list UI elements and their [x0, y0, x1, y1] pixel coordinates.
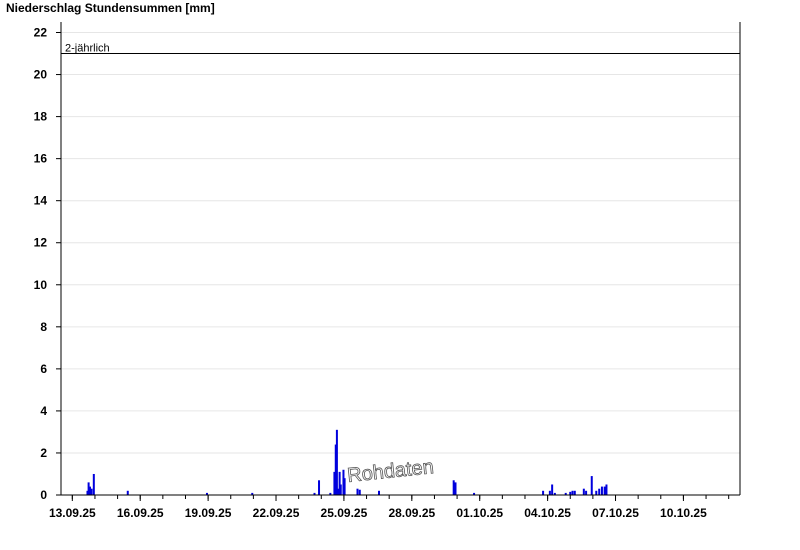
x-tick-label-7: 04.10.25	[524, 506, 571, 520]
threshold-label: 2-jährlich	[65, 43, 110, 55]
bar-36	[595, 490, 598, 495]
bar-20	[358, 489, 361, 495]
bar-40	[605, 484, 608, 495]
bar-39	[603, 486, 606, 495]
bars	[86, 429, 608, 495]
watermark-text: Rohdaten	[346, 456, 435, 487]
y-tick-label-4: 8	[40, 320, 47, 334]
bar-16	[339, 484, 342, 495]
x-ticks: 13.09.25 16.09.25 19.09.25 22.09.25 25.09.25…	[49, 495, 730, 520]
x-tick-label-1: 16.09.25	[117, 506, 164, 520]
bar-9	[318, 480, 321, 495]
y-tick-label-3: 6	[40, 362, 47, 376]
bar-26	[548, 490, 551, 495]
bar-4	[92, 473, 95, 495]
bar-23	[454, 482, 457, 495]
y-tick-label-9: 18	[34, 110, 48, 124]
bar-33	[582, 488, 585, 495]
x-tick-label-3: 22.09.25	[253, 506, 300, 520]
y-tick-label-8: 16	[34, 152, 48, 166]
bar-27	[551, 484, 554, 495]
threshold-layer: 2-jährlich	[61, 43, 740, 55]
bar-19	[356, 488, 359, 495]
y-tick-label-0: 0	[40, 488, 47, 502]
x-tick-label-8: 07.10.25	[592, 506, 639, 520]
bar-22	[452, 480, 455, 495]
y-ticks: 0 2 4 6 8 10 12 14 16 18 20 22	[34, 26, 61, 502]
bar-35	[590, 476, 593, 495]
bar-18	[343, 478, 346, 495]
y-tick-label-1: 2	[40, 446, 47, 460]
x-tick-label-5: 28.09.25	[388, 506, 435, 520]
x-tick-label-6: 01.10.25	[456, 506, 503, 520]
bar-34	[585, 490, 588, 495]
grid-lines	[61, 32, 740, 454]
bar-37	[598, 488, 601, 495]
x-tick-label-2: 19.09.25	[185, 506, 232, 520]
bar-31	[571, 490, 574, 495]
x-tick-label-4: 25.09.25	[321, 506, 368, 520]
bar-21	[377, 490, 380, 495]
bar-25	[542, 490, 545, 495]
precipitation-chart: 2-jährlich 0246810121416182022 13.09.25 1…	[34, 22, 741, 520]
y-tick-label-6: 12	[34, 236, 48, 250]
bar-32	[573, 490, 576, 495]
bar-38	[600, 486, 603, 495]
y-tick-label-11: 22	[34, 26, 48, 40]
x-tick-label-0: 13.09.25	[49, 506, 96, 520]
y-tick-label-10: 20	[34, 68, 48, 82]
bar-5	[126, 490, 129, 495]
axes	[60, 22, 741, 496]
y-tick-label-2: 4	[40, 404, 47, 418]
x-tick-label-9: 10.10.25	[660, 506, 707, 520]
bar-13	[335, 429, 338, 495]
y-tick-label-7: 14	[34, 194, 48, 208]
bar-3	[90, 488, 93, 495]
y-tick-label-5: 10	[34, 278, 48, 292]
